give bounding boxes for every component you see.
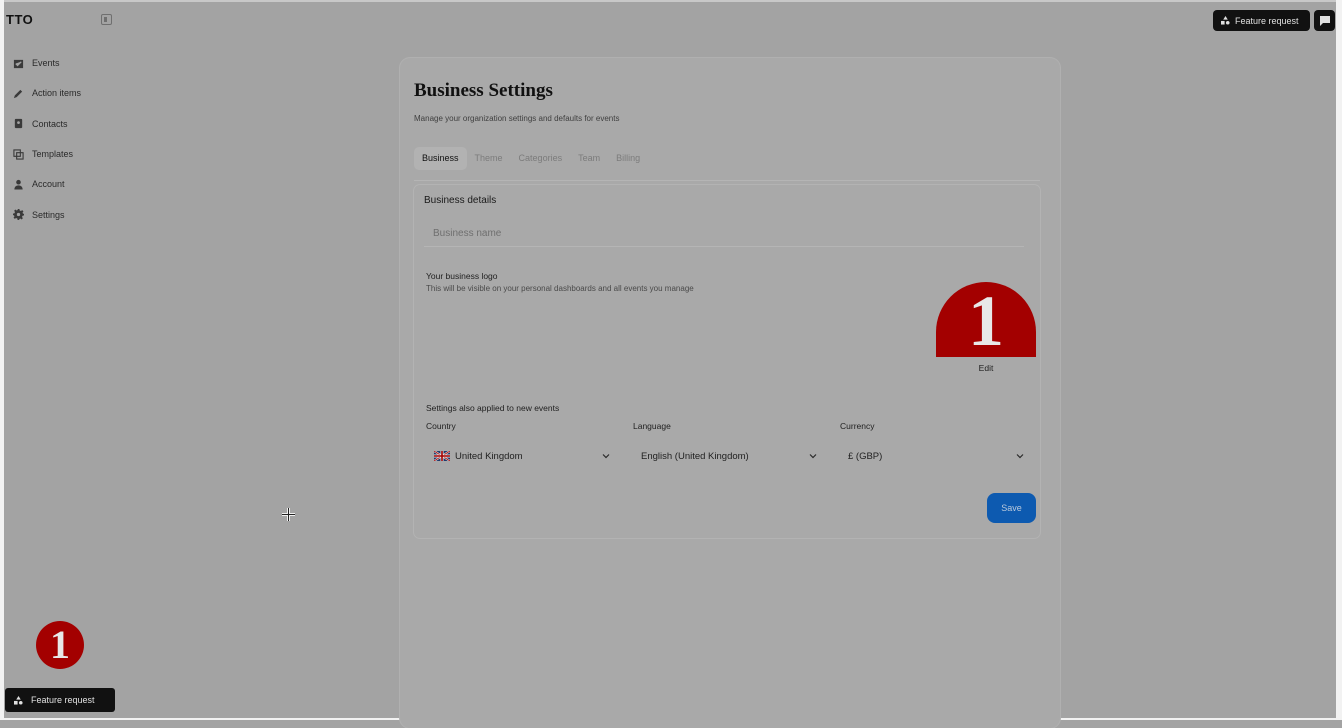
calendar-check-icon [12,57,24,69]
feature-request-label: Feature request [1235,15,1299,26]
sidebar-item-label: Events [32,58,60,69]
logo-title: Your business logo [426,271,498,281]
sidebar-item-label: Contacts [32,118,68,129]
currency-label: Currency [840,421,875,431]
currency-select[interactable]: £ (GBP) [840,443,1030,469]
sidebar-collapse-icon[interactable] [101,14,112,25]
business-settings-card: Business Settings Manage your organizati… [400,58,1060,728]
logo-description: This will be visible on your personal da… [426,284,694,293]
language-select[interactable]: English (United Kingdom) [633,443,823,469]
move-cursor-icon [282,508,295,521]
shapes-icon [14,695,23,705]
sidebar-item-contacts[interactable]: Contacts [12,109,162,139]
shapes-icon [1221,16,1230,25]
copy-icon [12,148,24,160]
uk-flag-icon [434,451,450,461]
sidebar-item-label: Account [32,179,65,190]
page-subtitle: Manage your organization settings and de… [414,114,620,123]
country-value: United Kingdom [455,450,523,462]
sidebar-item-events[interactable]: Events [12,48,162,78]
chat-icon [1319,15,1330,26]
tab-business[interactable]: Business [414,147,467,170]
sidebar-item-templates[interactable]: Templates [12,139,162,169]
sidebar-item-label: Action items [32,88,82,99]
language-value: English (United Kingdom) [641,450,749,462]
page-title: Business Settings [414,80,553,101]
pencil-icon [12,87,24,99]
business-logo-image: 1 [936,282,1036,357]
currency-value: £ (GBP) [848,450,883,462]
sidebar-item-settings[interactable]: Settings [12,199,162,229]
tab-categories[interactable]: Categories [511,147,571,170]
defaults-note: Settings also applied to new events [426,403,560,413]
chat-button[interactable] [1314,10,1335,31]
chevron-down-icon [809,452,817,460]
brand-logo[interactable]: TTO [6,12,33,27]
feature-request-button-header[interactable]: Feature request [1213,10,1310,31]
chevron-down-icon [602,452,610,460]
sidebar-item-account[interactable]: Account [12,169,162,199]
edit-logo-button[interactable]: Edit [969,363,1003,373]
business-details-section: Business details Your business logo This… [414,185,1040,538]
user-icon [12,178,24,190]
chevron-down-icon [1016,452,1024,460]
language-label: Language [633,421,671,431]
settings-tabs: Business Theme Categories Team Billing [414,147,648,170]
sidebar-item-label: Settings [32,209,65,220]
tab-theme[interactable]: Theme [467,147,511,170]
gear-icon [12,209,24,221]
tab-team[interactable]: Team [570,147,608,170]
section-title: Business details [424,195,497,206]
sidebar-item-label: Templates [32,149,74,160]
save-button[interactable]: Save [987,493,1036,523]
tab-billing[interactable]: Billing [608,147,648,170]
country-select[interactable]: United Kingdom [426,443,616,469]
feature-request-button[interactable]: Feature request [5,688,115,712]
feature-request-label: Feature request [31,695,95,705]
country-label: Country [426,421,456,431]
avatar[interactable]: 1 [36,621,84,669]
sidebar-nav: Events Action items Contacts Templates A… [12,48,162,230]
sidebar-item-action-items[interactable]: Action items [12,78,162,108]
business-name-input[interactable] [424,221,1024,247]
tabs-divider [414,180,1040,181]
contact-book-icon [12,118,24,130]
